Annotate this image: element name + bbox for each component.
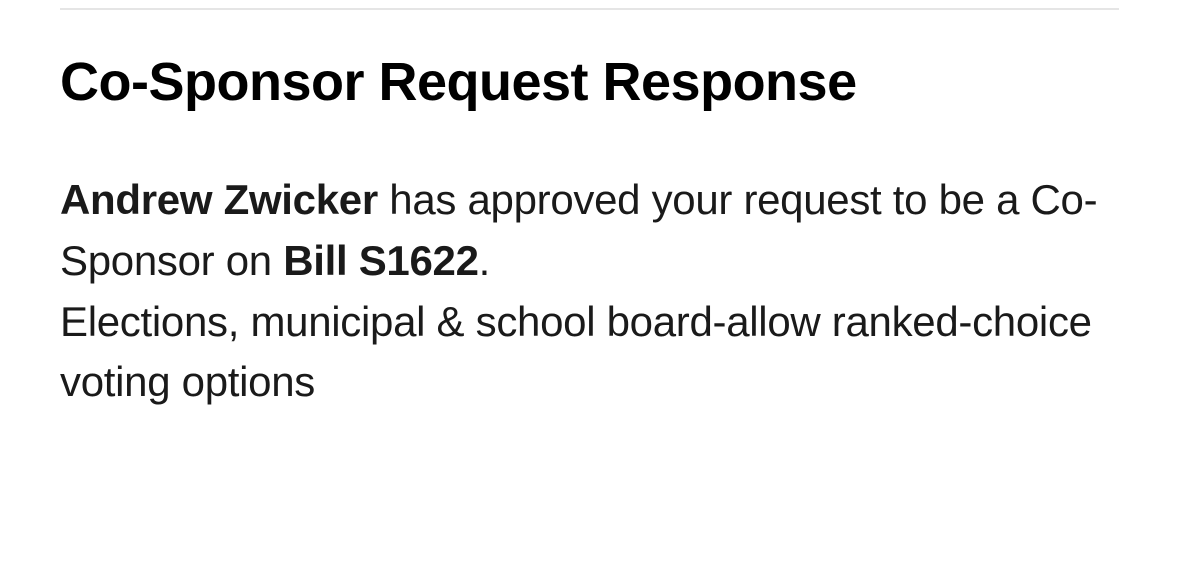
message-text-2: . <box>479 237 490 284</box>
approval-message: Andrew Zwicker has approved your request… <box>60 170 1119 414</box>
top-divider <box>60 8 1119 10</box>
bill-label: Bill S1622 <box>283 237 478 284</box>
approver-name: Andrew Zwicker <box>60 176 378 223</box>
content-container: Co-Sponsor Request Response Andrew Zwick… <box>0 50 1179 413</box>
page-heading: Co-Sponsor Request Response <box>60 50 1119 115</box>
bill-description: Elections, municipal & school board-allo… <box>60 298 1092 406</box>
